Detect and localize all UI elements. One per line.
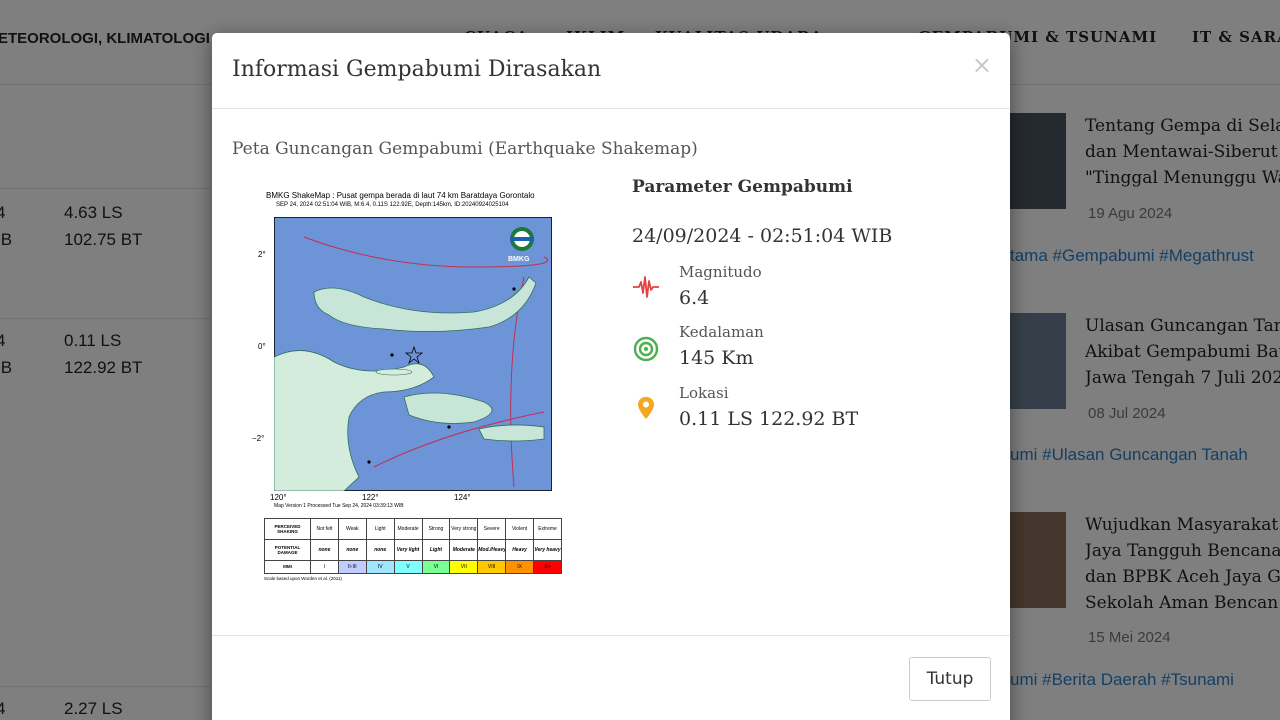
legend-cell: Very light <box>393 538 423 561</box>
legend-cell: Very heavy <box>533 538 562 561</box>
legend-row-header: MMI <box>264 559 311 575</box>
lon-tick-label: 120° <box>270 493 287 502</box>
close-button[interactable]: Tutup <box>909 657 991 701</box>
legend-cell: none <box>365 538 395 561</box>
legend-mmi-cell: II-III <box>337 559 367 575</box>
depth-target-icon <box>633 336 659 361</box>
modal-footer: Tutup <box>212 635 1010 720</box>
legend-cell: Mod./Heavy <box>477 538 507 561</box>
modal-title: Informasi Gempabumi Dirasakan <box>232 57 602 82</box>
lon-tick-label: 124° <box>454 493 471 502</box>
shakemap-version: Map Version 1 Processed Tue Sep 24, 2024… <box>274 503 404 509</box>
bmkg-logo-text: BMKG <box>508 256 530 263</box>
legend-cell: Violent <box>505 518 534 540</box>
legend-mmi-cell: VI <box>421 559 451 575</box>
location-label: Lokasi <box>679 384 729 402</box>
param-depth: Kedalaman 145 Km <box>632 323 992 383</box>
legend-cell: none <box>337 538 367 561</box>
legend-mmi-cell: I <box>310 559 339 575</box>
seismograph-icon <box>633 276 659 298</box>
lat-tick-label: 2° <box>258 250 266 259</box>
close-icon[interactable]: × <box>972 51 992 79</box>
legend-row-header: PERCEIVED SHAKING <box>264 518 311 540</box>
legend-cell: Light <box>421 538 451 561</box>
legend-cell: Moderate <box>393 518 423 540</box>
depth-value: 145 Km <box>679 347 754 369</box>
shakemap-section-title: Peta Guncangan Gempabumi (Earthquake Sha… <box>232 139 698 159</box>
earthquake-datetime: 24/09/2024 - 02:51:04 WIB <box>632 225 893 247</box>
legend-mmi-cell: IV <box>365 559 395 575</box>
lon-tick-label: 122° <box>362 493 379 502</box>
legend-cell: Weak <box>337 518 367 540</box>
lat-tick-label: 0° <box>258 342 266 351</box>
depth-label: Kedalaman <box>679 323 764 341</box>
location-value: 0.11 LS 122.92 BT <box>679 408 859 430</box>
shakemap-map: BMKG <box>274 217 552 491</box>
legend-cell: Not felt <box>310 518 339 540</box>
lat-tick-label: −2° <box>252 434 265 443</box>
legend-cell: Light <box>365 518 395 540</box>
legend-mmi-cell: IX <box>505 559 534 575</box>
shakemap-image[interactable]: BMKG ShakeMap : Pusat gempa berada di la… <box>248 185 578 585</box>
magnitude-label: Magnitudo <box>679 263 762 281</box>
legend-mmi-cell: VII <box>449 559 479 575</box>
shakemap-subcaption: SEP 24, 2024 02:51:04 WIB, M:6.4, 0.11S … <box>276 202 509 208</box>
legend-mmi-cell: VIII <box>477 559 507 575</box>
legend-mmi-cell: V <box>393 559 423 575</box>
legend-cell: none <box>310 538 339 561</box>
param-magnitude: Magnitudo 6.4 <box>632 263 992 323</box>
legend-cell: Severe <box>477 518 507 540</box>
shakemap-caption: BMKG ShakeMap : Pusat gempa berada di la… <box>266 191 535 200</box>
legend-row-header: POTENTIAL DAMAGE <box>264 538 311 561</box>
earthquake-info-modal: Informasi Gempabumi Dirasakan × Peta Gun… <box>212 33 1010 720</box>
legend-cell: Strong <box>421 518 451 540</box>
legend-cell: Heavy <box>505 538 534 561</box>
shakemap-scale-note: Scale based upon Worden et al. (2011) <box>264 576 342 581</box>
legend-cell: Moderate <box>449 538 479 561</box>
legend-cell: Very strong <box>449 518 479 540</box>
mmi-legend-table: PERCEIVED SHAKING Not felt Weak Light Mo… <box>264 518 562 575</box>
location-pin-icon <box>638 397 654 419</box>
param-location: Lokasi 0.11 LS 122.92 BT <box>632 384 992 444</box>
modal-header: Informasi Gempabumi Dirasakan × <box>212 33 1010 109</box>
legend-cell: Extreme <box>533 518 562 540</box>
parameters-title: Parameter Gempabumi <box>632 177 853 197</box>
magnitude-value: 6.4 <box>679 287 710 309</box>
legend-mmi-cell: X+ <box>533 559 562 575</box>
